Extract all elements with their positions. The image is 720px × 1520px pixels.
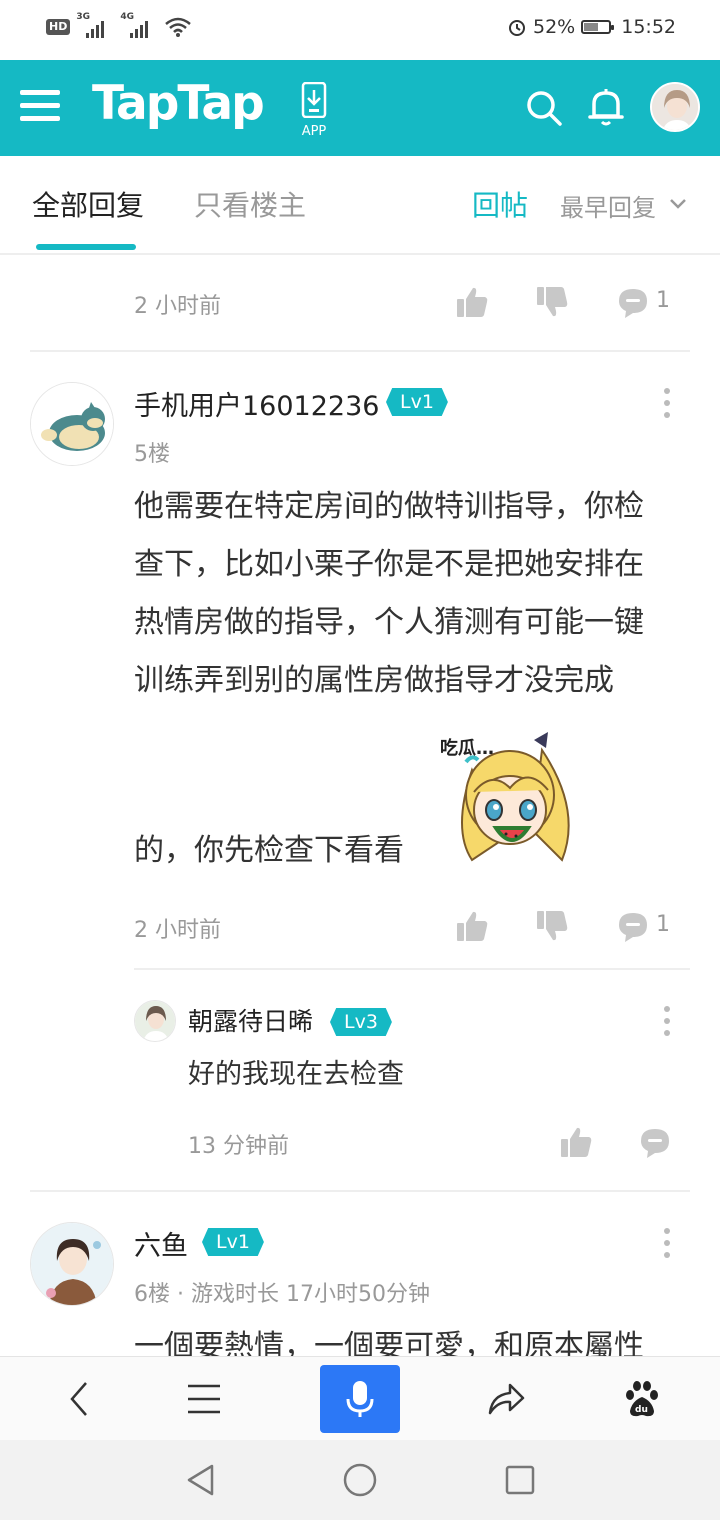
microphone-icon xyxy=(346,1381,374,1417)
commenter-username[interactable]: 手机用户16012236 xyxy=(134,384,379,423)
snorlax-avatar-image xyxy=(31,383,113,465)
app-download-button[interactable]: APP xyxy=(296,81,332,142)
floor-number: 5楼 xyxy=(134,442,170,467)
comment-line: 他需要在特定房间的做特训指导，你检 xyxy=(134,489,644,524)
comment-count: 1 xyxy=(656,288,670,313)
commenter-avatar[interactable] xyxy=(30,382,114,466)
commenter-avatar[interactable] xyxy=(30,1222,114,1306)
thumbs-up-icon[interactable] xyxy=(454,908,490,944)
comment-count: 1 xyxy=(656,912,670,937)
reply-time: 13 分钟前 xyxy=(188,1134,289,1159)
watermelon-girl-sticker: 吃瓜… xyxy=(440,732,570,862)
menu-icon[interactable] xyxy=(20,90,60,126)
comment-bubble-icon[interactable] xyxy=(616,910,650,944)
comment-line: 热情房做的指导，个人猜测有可能一键 xyxy=(134,605,644,640)
network-type-label: 4G xyxy=(120,12,134,22)
reply-username[interactable]: 朝露待日晞 xyxy=(188,1002,313,1038)
comment-bubble-icon[interactable] xyxy=(616,286,650,320)
battery-percent: 52% xyxy=(533,16,576,38)
battery-icon xyxy=(581,20,615,34)
comment-body: 他需要在特定房间的做特训指导，你检 查下，比如小栗子你是不是把她安排在 热情房做… xyxy=(134,478,694,710)
alarm-icon xyxy=(509,20,525,36)
nav-home-icon[interactable] xyxy=(342,1462,378,1498)
active-tab-indicator xyxy=(36,244,136,250)
thumbs-up-icon[interactable] xyxy=(454,284,490,320)
sort-dropdown[interactable]: 最早回复 xyxy=(560,188,656,223)
comment-time: 2 小时前 xyxy=(134,294,221,319)
divider xyxy=(134,968,690,970)
system-navigation-bar xyxy=(0,1440,720,1520)
share-icon[interactable] xyxy=(486,1379,526,1419)
divider xyxy=(30,350,690,352)
tab-all-replies[interactable]: 全部回复 xyxy=(32,184,144,224)
comment-bubble-icon[interactable] xyxy=(638,1126,672,1160)
signal-3g-icon: 3G xyxy=(76,12,105,38)
comment-body-tail: 的，你先检查下看看 xyxy=(134,833,404,868)
level-badge: Lv1 xyxy=(386,388,448,416)
reply-avatar[interactable] xyxy=(134,1000,176,1042)
voice-search-button[interactable] xyxy=(320,1365,400,1433)
more-options-icon[interactable] xyxy=(664,1228,672,1258)
network-type-label: 3G xyxy=(76,12,90,22)
thumbs-down-icon[interactable] xyxy=(534,284,570,320)
hd-indicator: HD xyxy=(46,19,71,35)
more-options-icon[interactable] xyxy=(664,388,672,418)
commenter-username[interactable]: 六鱼 xyxy=(134,1224,188,1263)
chevron-down-icon[interactable] xyxy=(668,194,688,214)
nav-back-icon[interactable] xyxy=(184,1463,218,1497)
floor-number: 6楼 · 游戏时长 17小时50分钟 xyxy=(134,1282,430,1307)
status-bar: HD 3G 4G 52% 15:52 xyxy=(0,0,720,60)
wifi-icon xyxy=(165,17,192,37)
tab-owner-only[interactable]: 只看楼主 xyxy=(194,184,306,224)
menu-lines-icon[interactable] xyxy=(186,1381,222,1417)
avatar-image xyxy=(652,84,698,130)
thumbs-down-icon[interactable] xyxy=(534,908,570,944)
svg-text:du: du xyxy=(635,1405,648,1415)
avatar-image xyxy=(135,1001,175,1041)
reply-post-button[interactable]: 回帖 xyxy=(472,184,528,224)
level-badge: Lv3 xyxy=(330,1008,392,1036)
comment-time: 2 小时前 xyxy=(134,918,221,943)
nav-recents-icon[interactable] xyxy=(504,1464,536,1496)
search-icon[interactable] xyxy=(524,88,564,128)
reply-text: 好的我现在去检查 xyxy=(188,1059,404,1090)
user-avatar[interactable] xyxy=(650,82,700,132)
notification-bell-icon[interactable] xyxy=(586,86,626,128)
divider xyxy=(30,1190,690,1192)
reply-tabs: 全部回复 只看楼主 回帖 最早回复 xyxy=(0,156,720,255)
baidu-paw-icon[interactable]: du xyxy=(622,1379,662,1419)
avatar-image xyxy=(31,1223,113,1305)
more-options-icon[interactable] xyxy=(664,1006,672,1036)
level-badge: Lv1 xyxy=(202,1228,264,1256)
comment-meta-row: 2 小时前 1 xyxy=(134,908,694,948)
taptap-logo[interactable]: TapTap xyxy=(92,76,265,131)
phone-download-icon xyxy=(301,81,327,119)
back-arrow-icon[interactable] xyxy=(60,1379,100,1419)
browser-toolbar: du xyxy=(0,1356,720,1441)
app-header: TapTap APP xyxy=(0,60,720,156)
thumbs-up-icon[interactable] xyxy=(558,1124,594,1160)
comment-line: 训练弄到别的属性房做指导才没完成 xyxy=(134,663,614,698)
comment-line: 查下，比如小栗子你是不是把她安排在 xyxy=(134,547,644,582)
sticker-caption: 吃瓜… xyxy=(440,737,494,759)
signal-4g-icon: 4G xyxy=(120,12,149,38)
app-label: APP xyxy=(301,124,327,139)
comment-meta-row: 2 小时前 1 xyxy=(134,284,694,324)
clock: 15:52 xyxy=(621,16,676,38)
